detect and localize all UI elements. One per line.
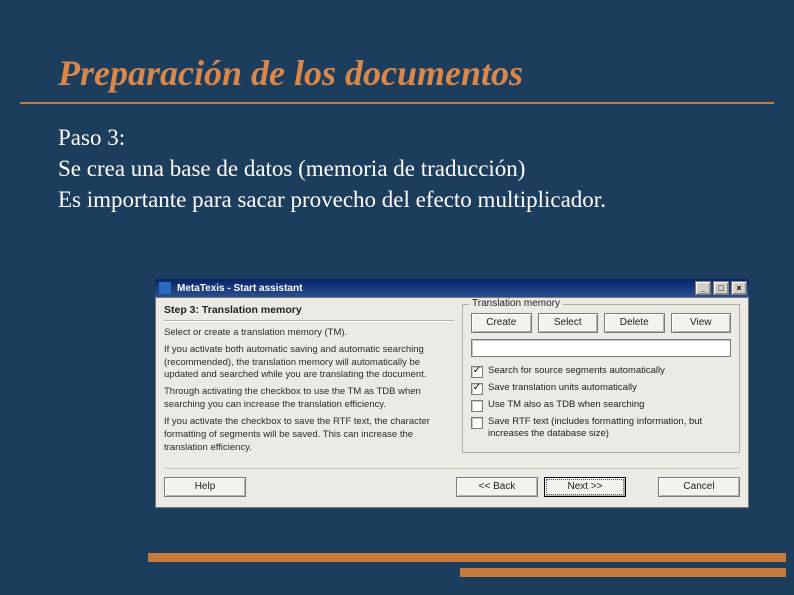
checkbox-row-1[interactable]: Search for source segments automatically <box>471 365 731 378</box>
bottom-button-row: Help << Back Next >> Cancel <box>164 468 740 497</box>
para2: Through activating the checkbox to use t… <box>164 386 454 412</box>
cancel-button[interactable]: Cancel <box>658 477 740 497</box>
instructions: Select or create a translation memory (T… <box>164 327 454 454</box>
tm-path-input[interactable] <box>471 339 731 357</box>
minimize-button[interactable]: _ <box>695 281 711 295</box>
checkbox-row-2[interactable]: Save translation units automatically <box>471 382 731 395</box>
checkbox-icon[interactable] <box>471 366 483 378</box>
paso-label: Paso 3: <box>58 122 736 153</box>
slide-body: Paso 3: Se crea una base de datos (memor… <box>0 104 794 215</box>
divider <box>164 320 454 321</box>
decorative-bars <box>148 553 786 577</box>
tm-groupbox: Translation memory Create Select Delete … <box>462 304 740 453</box>
checkbox-icon[interactable] <box>471 383 483 395</box>
delete-button[interactable]: Delete <box>604 313 665 333</box>
app-icon <box>159 282 171 294</box>
dialog-window: MetaTexis - Start assistant _ □ × Step 3… <box>155 279 749 508</box>
window-title: MetaTexis - Start assistant <box>177 283 302 294</box>
groupbox-legend: Translation memory <box>469 298 563 309</box>
slide-title: Preparación de los documentos <box>0 0 794 102</box>
checkbox-row-3[interactable]: Use TM also as TDB when searching <box>471 399 731 412</box>
help-button[interactable]: Help <box>164 477 246 497</box>
checkbox-row-4[interactable]: Save RTF text (includes formatting infor… <box>471 416 731 440</box>
step-title: Step 3: Translation memory <box>164 304 454 316</box>
close-button[interactable]: × <box>731 281 747 295</box>
maximize-button[interactable]: □ <box>713 281 729 295</box>
next-button[interactable]: Next >> <box>544 477 626 497</box>
left-column: Step 3: Translation memory Select or cre… <box>164 304 454 458</box>
select-button[interactable]: Select <box>538 313 599 333</box>
dialog-body: Step 3: Translation memory Select or cre… <box>155 297 749 508</box>
paso-line-1: Se crea una base de datos (memoria de tr… <box>58 153 736 184</box>
checkbox-icon[interactable] <box>471 417 483 429</box>
paso-line-2: Es importante para sacar provecho del ef… <box>58 184 736 215</box>
deco-bar-top <box>148 553 786 562</box>
intro-text: Select or create a translation memory (T… <box>164 327 454 340</box>
para3: If you activate the checkbox to save the… <box>164 416 454 454</box>
create-button[interactable]: Create <box>471 313 532 333</box>
checkbox-label: Use TM also as TDB when searching <box>488 399 644 411</box>
deco-bar-bottom <box>460 568 786 577</box>
checkbox-label: Search for source segments automatically <box>488 365 665 377</box>
back-button[interactable]: << Back <box>456 477 538 497</box>
checkbox-label: Save RTF text (includes formatting infor… <box>488 416 731 440</box>
right-column: Translation memory Create Select Delete … <box>462 304 740 458</box>
view-button[interactable]: View <box>671 313 732 333</box>
checkbox-icon[interactable] <box>471 400 483 412</box>
para1: If you activate both automatic saving an… <box>164 344 454 382</box>
checkbox-label: Save translation units automatically <box>488 382 637 394</box>
titlebar[interactable]: MetaTexis - Start assistant _ □ × <box>155 279 749 297</box>
